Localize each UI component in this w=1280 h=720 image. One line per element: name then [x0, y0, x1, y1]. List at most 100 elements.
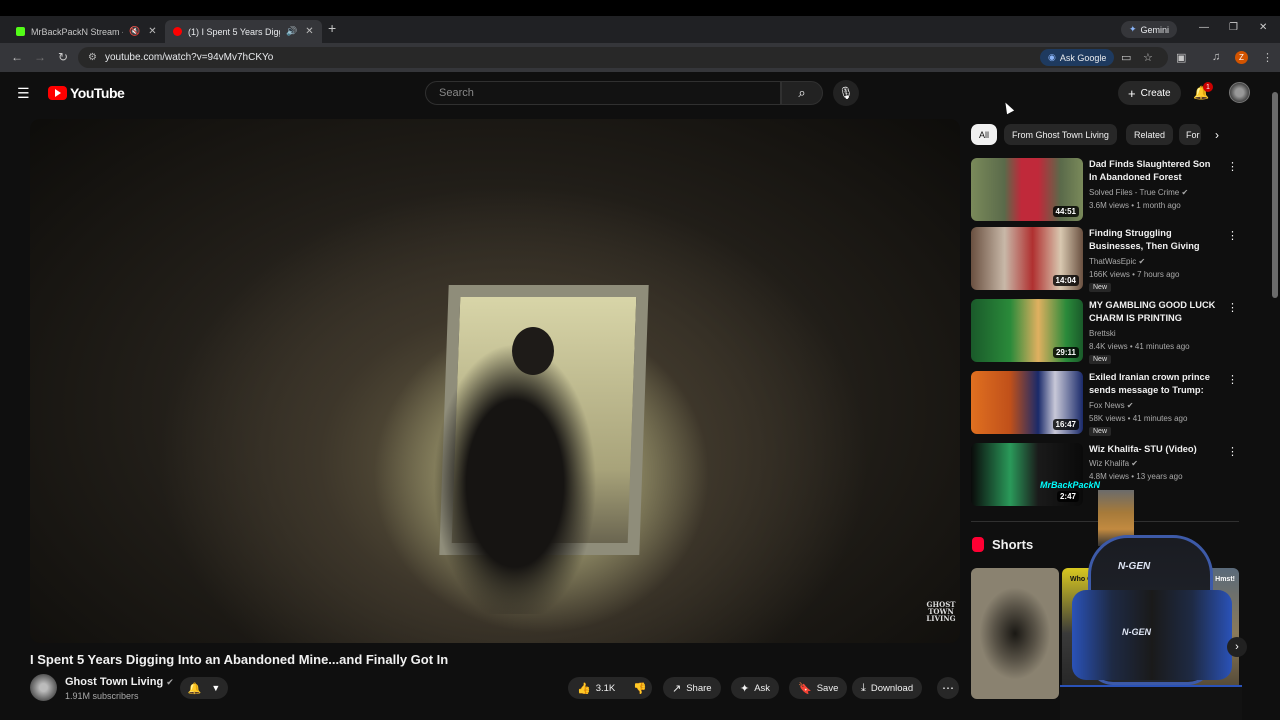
- search-input[interactable]: Search: [425, 81, 781, 105]
- ask-label: Ask: [754, 682, 771, 694]
- reload-icon[interactable]: ↻: [58, 50, 68, 64]
- chevron-right-icon[interactable]: ›: [1227, 637, 1247, 657]
- more-options-icon[interactable]: ⋮: [1227, 445, 1238, 458]
- verified-icon: ✔: [1181, 188, 1189, 197]
- subscriber-count: 1.91M subscribers: [65, 691, 139, 701]
- recommendation-title[interactable]: Finding Struggling Businesses, Then Givi…: [1089, 227, 1221, 254]
- close-window-icon[interactable]: ✕: [1259, 22, 1267, 33]
- chip-from-channel[interactable]: From Ghost Town Living: [1004, 124, 1117, 145]
- recommendation-item[interactable]: 14:04 Finding Struggling Businesses, The…: [971, 227, 1241, 292]
- subscription-bell-button[interactable]: 🔔 ▼: [180, 677, 228, 699]
- tab-kick-stream[interactable]: MrBackPackN Stream - Wa 🔇 ✕: [8, 20, 165, 43]
- recommendation-channel[interactable]: Fox News ✔: [1089, 401, 1134, 410]
- browser-menu-icon[interactable]: ⋮: [1262, 51, 1273, 64]
- ask-google-button[interactable]: ◉ Ask Google: [1040, 49, 1115, 66]
- chair-brand: N-GEN: [1118, 561, 1151, 572]
- recommendation-channel[interactable]: Wiz Khalifa ✔: [1089, 459, 1138, 468]
- video-thumbnail[interactable]: 14:04: [971, 227, 1083, 290]
- bookmark-star-icon[interactable]: ☆: [1143, 51, 1153, 64]
- gemini-button[interactable]: ✦ Gemini: [1121, 21, 1178, 38]
- recommendation-title[interactable]: MY GAMBLING GOOD LUCK CHARM IS PRINTING …: [1089, 299, 1221, 326]
- address-bar[interactable]: ⚙ youtube.com/watch?v=94vMv7hCKYo: [78, 47, 1168, 68]
- recommendation-channel[interactable]: Brettski: [1089, 329, 1116, 338]
- chip-related[interactable]: Related: [1126, 124, 1174, 145]
- save-label: Save: [816, 682, 839, 694]
- extensions-icon[interactable]: ▣: [1176, 51, 1186, 64]
- channel-avatar[interactable]: [30, 674, 57, 701]
- browser-toolbar: ← → ↻ ⚙ youtube.com/watch?v=94vMv7hCKYo …: [0, 43, 1280, 72]
- more-options-icon[interactable]: ⋮: [1227, 160, 1238, 173]
- new-tab-icon[interactable]: +: [328, 20, 336, 36]
- menu-icon[interactable]: ☰: [17, 85, 30, 102]
- short-card[interactable]: [971, 568, 1059, 699]
- verified-icon: ✔: [1138, 257, 1146, 266]
- account-avatar[interactable]: [1229, 82, 1250, 103]
- recommendation-item[interactable]: 44:51 Dad Finds Slaughtered Son In Aband…: [971, 158, 1241, 222]
- like-count[interactable]: 3.1K: [596, 683, 616, 694]
- share-button[interactable]: ↗ Share: [663, 677, 721, 699]
- back-icon[interactable]: ←: [11, 50, 23, 64]
- duration-badge: 44:51: [1052, 206, 1079, 217]
- more-options-icon[interactable]: ⋮: [1227, 229, 1238, 242]
- recommendation-title[interactable]: Exiled Iranian crown prince sends messag…: [1089, 371, 1221, 398]
- chevron-right-icon[interactable]: ›: [1215, 128, 1219, 142]
- recommendation-title[interactable]: Wiz Khalifa- STU (Video): [1089, 443, 1221, 456]
- media-control-icon[interactable]: ♫: [1212, 51, 1220, 63]
- plus-icon: +: [1128, 85, 1136, 101]
- minimize-icon[interactable]: —: [1199, 22, 1209, 33]
- webcam-overlay: N-GEN N-GEN: [1060, 535, 1242, 720]
- screen-top-strip: [0, 0, 1280, 16]
- shorts-header: Shorts: [972, 537, 1033, 552]
- tab-youtube-video[interactable]: (1) I Spent 5 Years Digging 🔊 ✕: [165, 20, 322, 43]
- close-tab-icon[interactable]: ✕: [305, 26, 313, 37]
- site-info-icon[interactable]: ⚙: [88, 52, 97, 63]
- google-lens-icon: ◉: [1048, 52, 1056, 62]
- download-button[interactable]: ⤓ Download: [852, 677, 923, 699]
- browser-profile-avatar[interactable]: Z: [1235, 51, 1248, 64]
- ask-google-label: Ask Google: [1059, 52, 1107, 63]
- kick-favicon-icon: [16, 27, 25, 36]
- sparkle-icon: ✦: [740, 682, 750, 695]
- verified-icon: ✔: [166, 677, 174, 687]
- video-thumbnail[interactable]: 29:11: [971, 299, 1083, 362]
- video-thumbnail[interactable]: 2:47: [971, 443, 1083, 506]
- ask-button[interactable]: ✦ Ask: [731, 677, 780, 699]
- save-button[interactable]: 🔖 Save: [789, 677, 848, 699]
- recommendation-meta: 3.6M views • 1 month ago: [1089, 201, 1181, 210]
- chair-stripe: [1072, 590, 1232, 680]
- browser-tab-bar: MrBackPackN Stream - Wa 🔇 ✕ (1) I Spent …: [0, 16, 1280, 43]
- channel-name[interactable]: Ghost Town Living: [65, 676, 163, 688]
- recommendation-item[interactable]: 29:11 MY GAMBLING GOOD LUCK CHARM IS PRI…: [971, 299, 1241, 364]
- recommendation-channel[interactable]: ThatWasEpic ✔: [1089, 257, 1145, 266]
- voice-search-button[interactable]: 🎙: [833, 80, 859, 106]
- channel-name-row[interactable]: Ghost Town Living ✔: [65, 676, 174, 688]
- mute-icon[interactable]: 🔇: [129, 26, 140, 37]
- like-icon[interactable]: 👍: [577, 682, 591, 695]
- download-label: Download: [870, 682, 914, 694]
- close-tab-icon[interactable]: ✕: [148, 26, 156, 37]
- page-scrollbar[interactable]: [1270, 82, 1280, 720]
- youtube-logo[interactable]: YouTube: [48, 85, 125, 101]
- more-actions-icon[interactable]: ⋯: [937, 677, 959, 699]
- more-options-icon[interactable]: ⋮: [1227, 301, 1238, 314]
- recommendation-title[interactable]: Dad Finds Slaughtered Son In Abandoned F…: [1089, 158, 1221, 184]
- restore-icon[interactable]: ❐: [1229, 22, 1238, 33]
- speaker-icon[interactable]: 🔊: [286, 26, 297, 37]
- search-button[interactable]: ⌕: [781, 81, 823, 105]
- recommendation-item[interactable]: 16:47 Exiled Iranian crown prince sends …: [971, 371, 1241, 436]
- video-thumbnail[interactable]: 16:47: [971, 371, 1083, 434]
- youtube-play-icon: [48, 86, 67, 100]
- microphone-icon: 🎙: [838, 86, 854, 100]
- chip-for-you[interactable]: For: [1179, 124, 1201, 145]
- scrollbar-thumb[interactable]: [1272, 92, 1278, 298]
- forward-icon[interactable]: →: [34, 50, 46, 64]
- video-player[interactable]: GHOST TOWN LIVING: [30, 119, 960, 643]
- more-options-icon[interactable]: ⋮: [1227, 373, 1238, 386]
- recommendation-channel[interactable]: Solved Files - True Crime ✔: [1089, 188, 1188, 197]
- cast-icon[interactable]: ▭: [1121, 51, 1131, 64]
- dislike-icon[interactable]: 👎: [633, 682, 647, 695]
- chip-all[interactable]: All: [971, 124, 998, 145]
- video-thumbnail[interactable]: 44:51: [971, 158, 1083, 221]
- youtube-favicon-icon: [173, 27, 182, 36]
- create-button[interactable]: + Create: [1118, 81, 1181, 105]
